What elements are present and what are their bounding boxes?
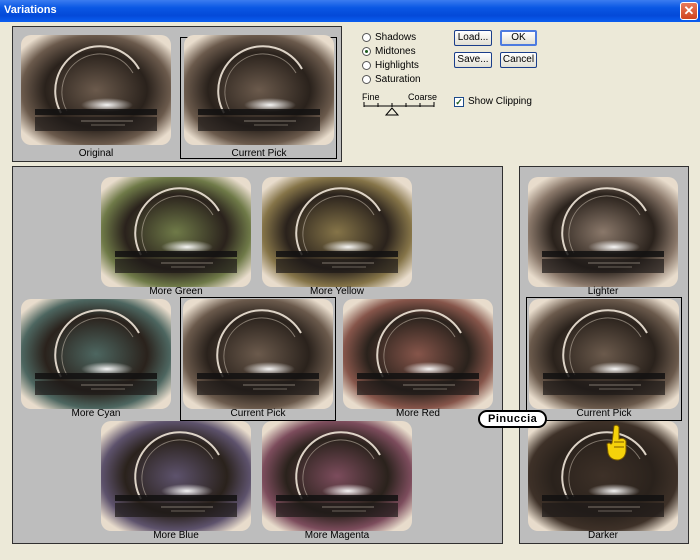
radio-highlights-label: Highlights <box>375 59 419 71</box>
show-clipping-checkbox-row[interactable]: ✓ Show Clipping <box>454 96 532 107</box>
radio-shadows-button[interactable] <box>362 32 371 42</box>
more-green-thumbnail[interactable] <box>101 177 251 287</box>
more-red-label: More Red <box>396 408 440 419</box>
color-variations-panel: More Green More Yellow More Cyan Current… <box>12 166 503 544</box>
show-clipping-checkbox[interactable]: ✓ <box>454 96 464 107</box>
close-button[interactable]: ✕ <box>680 2 698 20</box>
save-button[interactable]: Save... <box>454 52 492 68</box>
brightness-current-pick-label: Current Pick <box>576 408 632 419</box>
radio-saturation-label: Saturation <box>375 73 421 85</box>
darker-label: Darker <box>587 530 618 541</box>
preview-panel: Original Current Pick <box>12 26 342 162</box>
more-magenta-thumbnail[interactable] <box>262 421 412 531</box>
fine-label: Fine <box>362 92 380 102</box>
brightness-panel: Lighter Current Pick Darker <box>519 166 689 544</box>
radio-midtones[interactable]: Midtones <box>362 44 421 58</box>
slider-thumb[interactable] <box>384 107 400 116</box>
more-red-thumbnail[interactable] <box>343 299 493 409</box>
radio-midtones-label: Midtones <box>375 45 416 57</box>
title-bar[interactable]: Variations ✕ <box>0 0 700 22</box>
more-cyan-label: More Cyan <box>71 408 121 419</box>
more-blue-thumbnail[interactable] <box>101 421 251 531</box>
cancel-button[interactable]: Cancel <box>500 52 537 68</box>
ok-button[interactable]: OK <box>500 30 537 46</box>
load-button[interactable]: Load... <box>454 30 492 46</box>
lighter-thumbnail[interactable] <box>528 177 678 287</box>
more-yellow-label: More Yellow <box>310 286 364 297</box>
coarse-label: Coarse <box>408 92 438 102</box>
hand-pointer-icon <box>606 424 627 461</box>
lighter-label: Lighter <box>587 286 619 297</box>
radio-highlights[interactable]: Highlights <box>362 58 421 72</box>
mode-radio-group: Shadows Midtones Highlights Saturation <box>362 30 421 86</box>
window-title: Variations <box>4 4 57 16</box>
more-magenta-label: More Magenta <box>304 530 370 541</box>
radio-shadows-label: Shadows <box>375 31 417 43</box>
more-yellow-thumbnail[interactable] <box>262 177 412 287</box>
radio-highlights-button[interactable] <box>362 60 371 70</box>
more-blue-label: More Blue <box>153 530 199 541</box>
more-green-label: More Green <box>149 286 203 297</box>
more-cyan-thumbnail[interactable] <box>21 299 171 409</box>
darker-thumbnail[interactable] <box>528 421 678 531</box>
original-thumbnail <box>21 35 171 145</box>
center-current-pick-thumbnail[interactable] <box>183 299 333 409</box>
current-pick-label: Current Pick <box>231 148 287 159</box>
radio-saturation-button[interactable] <box>362 74 371 84</box>
radio-midtones-button[interactable] <box>362 46 371 56</box>
fine-coarse-slider[interactable] <box>362 102 436 116</box>
radio-saturation[interactable]: Saturation <box>362 72 421 86</box>
current-pick-thumbnail[interactable] <box>184 35 334 145</box>
radio-shadows[interactable]: Shadows <box>362 30 421 44</box>
show-clipping-label: Show Clipping <box>468 96 532 107</box>
brightness-current-pick-thumbnail[interactable] <box>529 299 679 409</box>
original-label: Original <box>78 148 114 159</box>
watermark-badge: Pinuccia <box>478 410 548 428</box>
center-current-pick-label: Current Pick <box>230 408 286 419</box>
